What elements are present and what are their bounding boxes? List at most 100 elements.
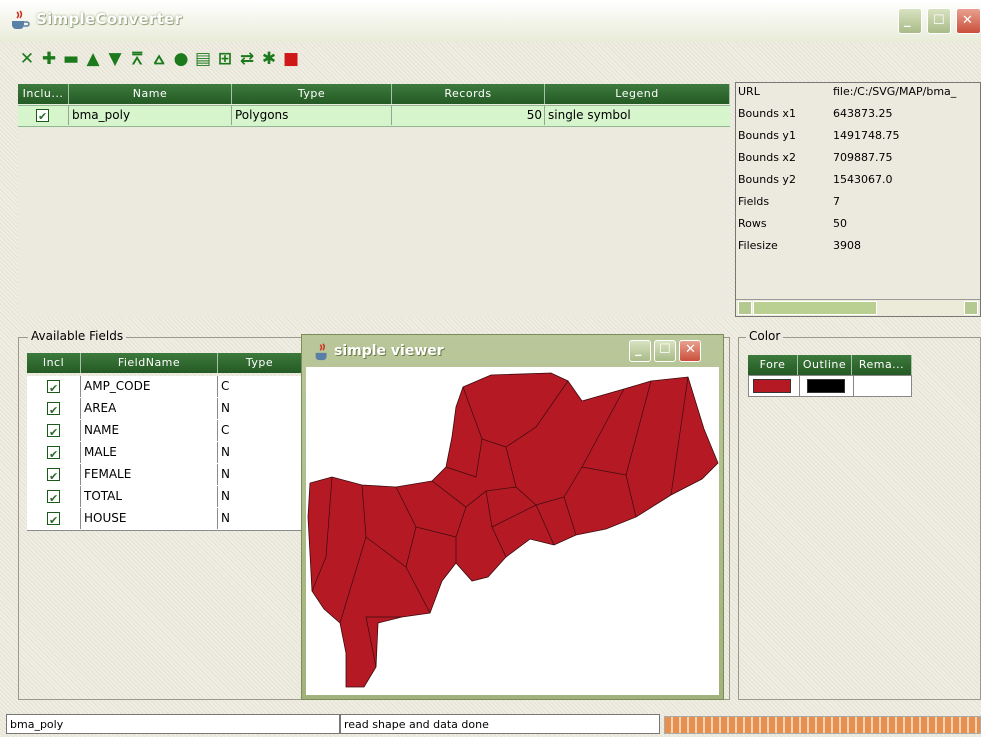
- info-value: 7: [833, 195, 840, 208]
- move-up-button[interactable]: ▲: [84, 50, 102, 68]
- viewer-maximize-button[interactable]: ☐: [654, 340, 676, 362]
- info-key: Rows: [738, 217, 767, 230]
- info-row: Bounds x2 709887.75: [736, 149, 980, 167]
- fore-color-swatch[interactable]: [753, 379, 791, 393]
- info-value: 643873.25: [833, 107, 893, 120]
- layers-header-type[interactable]: Type: [232, 84, 392, 104]
- info-key: URL: [738, 85, 760, 98]
- move-down-icon: ▼: [108, 49, 122, 69]
- stop-icon: ■: [282, 49, 300, 69]
- include-cell[interactable]: [27, 508, 81, 531]
- viewer-minimize-button[interactable]: _: [629, 340, 651, 362]
- field-name: TOTAL: [81, 486, 218, 507]
- status-message: read shape and data done: [340, 714, 660, 734]
- move-top-button[interactable]: ⩞: [128, 50, 146, 68]
- include-cell[interactable]: [27, 464, 81, 487]
- include-checkbox[interactable]: [47, 378, 60, 399]
- include-checkbox[interactable]: [47, 422, 60, 443]
- close-button[interactable]: ✕: [956, 8, 981, 34]
- scroll-right-arrow-icon[interactable]: [964, 301, 978, 315]
- simple-viewer-window[interactable]: simple viewer _ ☐ ✕: [301, 334, 724, 700]
- maximize-icon: ☐: [659, 342, 671, 357]
- table-row[interactable]: MALEN: [27, 442, 302, 465]
- include-checkbox[interactable]: [47, 444, 60, 465]
- fields-header-type[interactable]: Type: [218, 353, 302, 373]
- simpleconverter-window: SimpleConverter _ ☐ ✕ ✕ ✚ ▬ ▲ ▼ ⩞ ⩟ ● ▤ ⊞ ⇄ ✱ ■ Incl…: [0, 0, 981, 737]
- field-type: N: [218, 442, 302, 463]
- include-cell[interactable]: [27, 376, 81, 399]
- field-name: AMP_CODE: [81, 376, 218, 397]
- status-bar: bma_poly read shape and data done: [0, 710, 981, 737]
- include-cell[interactable]: [27, 398, 81, 421]
- info-value: file:/C:/SVG/MAP/bma_: [833, 85, 957, 98]
- include-checkbox[interactable]: [47, 488, 60, 509]
- settings-button[interactable]: ✱: [260, 50, 278, 68]
- add-button[interactable]: ✚: [40, 50, 58, 68]
- scroll-left-arrow-icon[interactable]: [738, 301, 752, 315]
- viewer-close-button[interactable]: ✕: [679, 340, 701, 362]
- table-row[interactable]: FEMALEN: [27, 464, 302, 487]
- move-bottom-button[interactable]: ⩟: [150, 50, 168, 68]
- info-row: Bounds y2 1543067.0: [736, 171, 980, 189]
- scroll-thumb[interactable]: [753, 301, 877, 315]
- table-row[interactable]: NAMEC: [27, 420, 302, 443]
- close-layer-button[interactable]: ✕: [18, 50, 36, 68]
- layers-header-include[interactable]: Inclu...: [18, 84, 69, 104]
- globe-icon: ●: [173, 49, 189, 69]
- minimize-button[interactable]: _: [898, 8, 922, 34]
- fields-header-incl[interactable]: Incl: [27, 353, 81, 373]
- move-down-button[interactable]: ▼: [106, 50, 124, 68]
- export-icon: ⊞: [217, 49, 233, 69]
- close-layer-icon: ✕: [19, 49, 35, 69]
- minimize-icon: _: [904, 13, 911, 28]
- layers-header-records[interactable]: Records: [392, 84, 545, 104]
- java-cup-icon: [315, 343, 327, 361]
- table-row[interactable]: AMP_CODEC: [27, 376, 302, 399]
- include-cell[interactable]: [18, 106, 69, 126]
- toolbar: ✕ ✚ ▬ ▲ ▼ ⩞ ⩟ ● ▤ ⊞ ⇄ ✱ ■: [18, 50, 300, 72]
- field-name: NAME: [81, 420, 218, 441]
- stop-button[interactable]: ■: [282, 50, 300, 68]
- include-checkbox[interactable]: [47, 466, 60, 487]
- table-row[interactable]: TOTALN: [27, 486, 302, 509]
- include-cell[interactable]: [27, 486, 81, 509]
- include-cell[interactable]: [27, 420, 81, 443]
- info-row: Rows 50: [736, 215, 980, 233]
- export-button[interactable]: ⊞: [216, 50, 234, 68]
- outline-color-swatch[interactable]: [807, 379, 845, 393]
- maximize-button[interactable]: ☐: [927, 8, 951, 34]
- table-icon: ▤: [194, 49, 212, 69]
- color-header-remarks[interactable]: Rema...: [852, 355, 912, 375]
- layer-legend[interactable]: single symbol: [545, 106, 730, 125]
- table-row[interactable]: bma_poly Polygons 50 single symbol: [18, 105, 730, 127]
- globe-button[interactable]: ●: [172, 50, 190, 68]
- move-up-icon: ▲: [86, 49, 100, 69]
- remove-icon: ▬: [62, 49, 80, 69]
- table-row[interactable]: HOUSEN: [27, 508, 302, 531]
- layers-header-name[interactable]: Name: [69, 84, 232, 104]
- field-type: C: [218, 376, 302, 397]
- include-cell[interactable]: [27, 442, 81, 465]
- color-header-outline[interactable]: Outline: [798, 355, 852, 375]
- maximize-icon: ☐: [933, 13, 945, 28]
- info-row: Bounds x1 643873.25: [736, 105, 980, 123]
- color-header-fore[interactable]: Fore: [748, 355, 798, 375]
- fields-header-fieldname[interactable]: FieldName: [81, 353, 218, 373]
- convert-button[interactable]: ⇄: [238, 50, 256, 68]
- table-row[interactable]: AREAN: [27, 398, 302, 421]
- remove-button[interactable]: ▬: [62, 50, 80, 68]
- field-type: N: [218, 508, 302, 529]
- include-checkbox[interactable]: [47, 400, 60, 421]
- layers-header-legend[interactable]: Legend: [545, 84, 730, 104]
- info-key: Bounds y2: [738, 173, 796, 186]
- title-bar[interactable]: SimpleConverter _ ☐ ✕: [0, 0, 981, 42]
- table-button[interactable]: ▤: [194, 50, 212, 68]
- bma-polygon-map: [307, 372, 719, 688]
- horizontal-scrollbar[interactable]: [736, 299, 980, 316]
- field-type: N: [218, 398, 302, 419]
- include-checkbox[interactable]: [47, 510, 60, 531]
- minimize-icon: _: [635, 342, 642, 357]
- include-checkbox[interactable]: [36, 107, 49, 126]
- map-canvas[interactable]: [306, 367, 719, 695]
- layer-type: Polygons: [232, 106, 392, 125]
